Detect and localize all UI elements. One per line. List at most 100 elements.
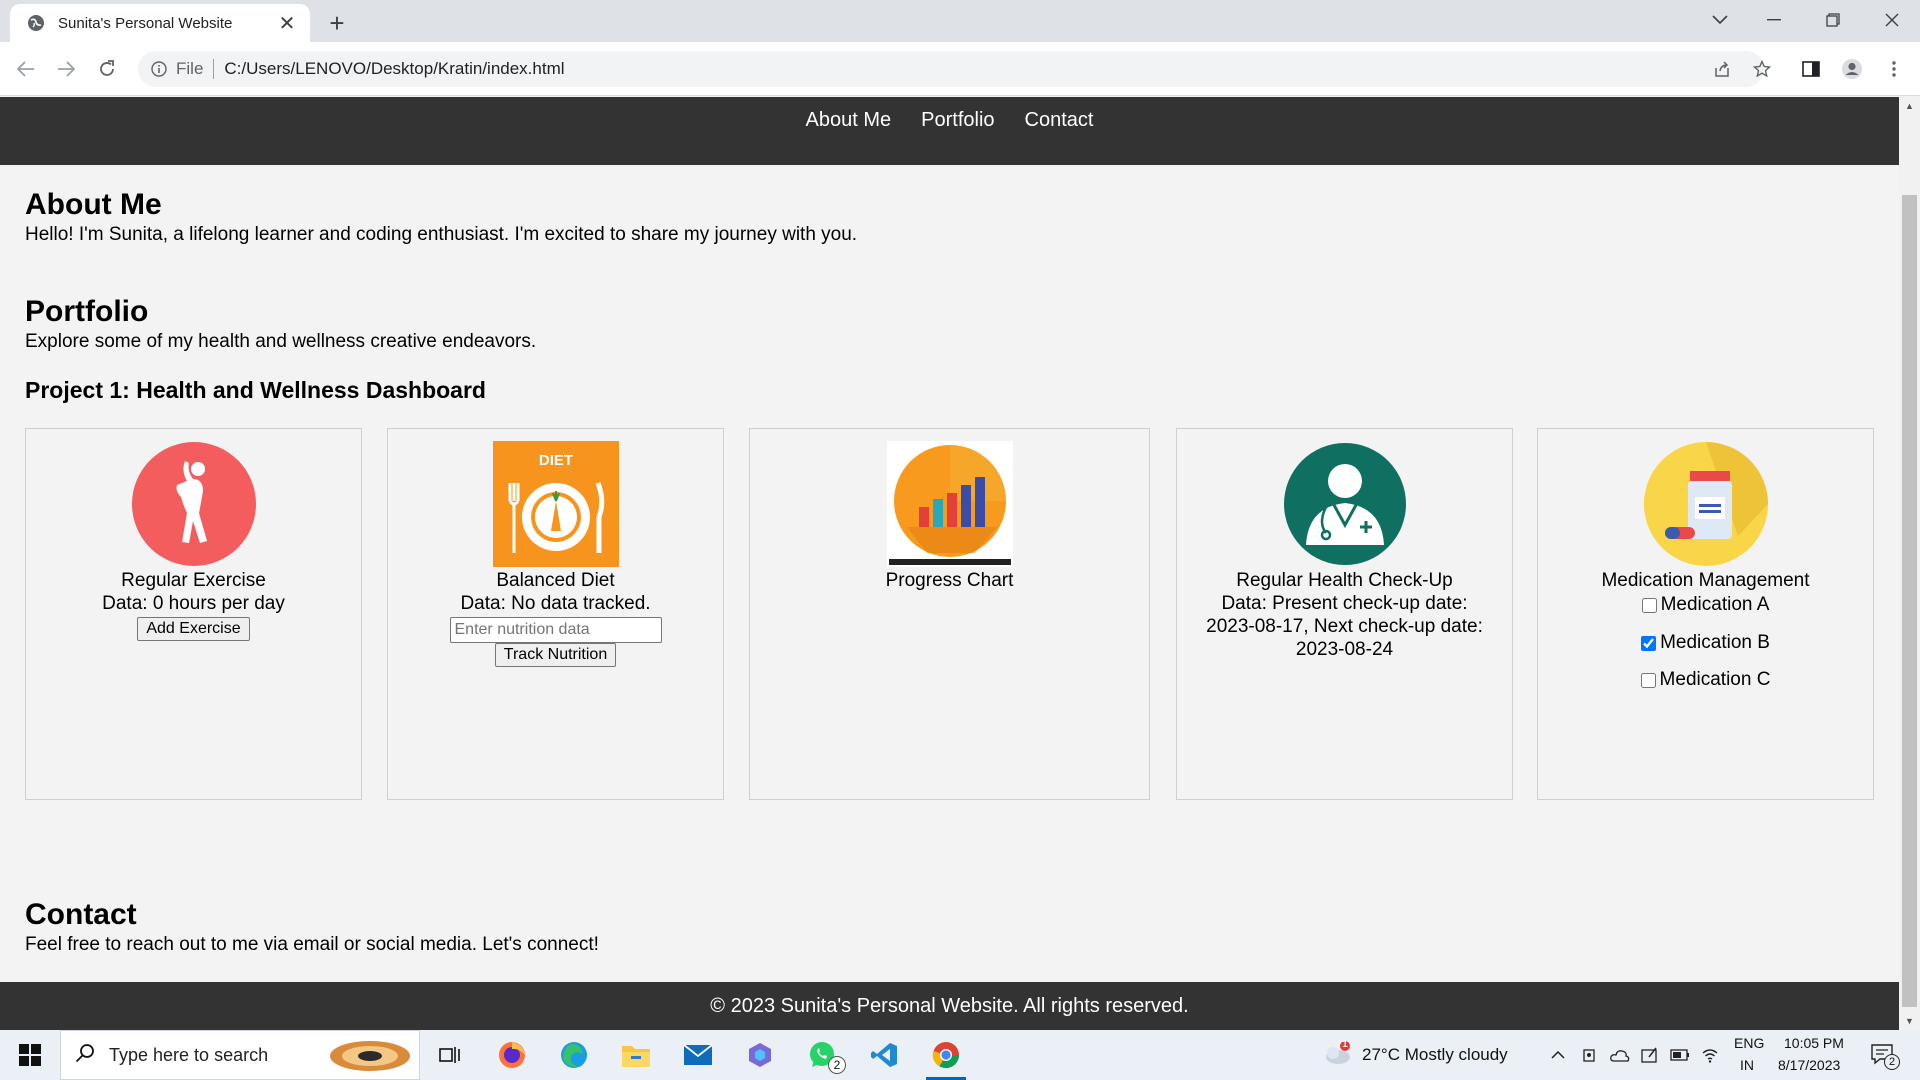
scrollbar-thumb[interactable]: [1902, 195, 1917, 1007]
taskbar-search-box[interactable]: Type here to search: [60, 1030, 420, 1080]
diet-plate-icon: DIET: [492, 441, 619, 567]
exercise-title: Regular Exercise: [121, 570, 266, 591]
site-footer: © 2023 Sunita's Personal Website. All ri…: [0, 982, 1899, 1030]
page-viewport: About Me Portfolio Contact About Me Hell…: [0, 97, 1899, 1030]
address-bar[interactable]: File C:/Users/LENOVO/Desktop/Kratin/inde…: [138, 51, 1764, 87]
medication-a-checkbox[interactable]: [1641, 597, 1657, 613]
profile-avatar-icon[interactable]: [1836, 53, 1868, 85]
project-title: Project 1: Health and Wellness Dashboard: [25, 377, 486, 403]
medication-b-label: Medication B: [1660, 632, 1770, 653]
page-scrollbar[interactable]: ▲ ▼: [1899, 97, 1920, 1030]
contact-text: Feel free to reach out to me via email o…: [25, 934, 599, 955]
share-icon[interactable]: [1706, 53, 1738, 85]
medicine-bottle-icon: [1643, 441, 1769, 567]
onedrive-cloud-icon[interactable]: [1610, 1045, 1630, 1065]
contact-heading: Contact: [25, 898, 137, 931]
scroll-up-arrow-icon[interactable]: ▲: [1899, 97, 1920, 115]
weather-text[interactable]: 27°C Mostly cloudy: [1362, 1045, 1508, 1065]
nav-link-about[interactable]: About Me: [806, 109, 892, 135]
task-view-icon[interactable]: [422, 1030, 478, 1080]
pen-workspace-icon[interactable]: [1640, 1045, 1660, 1065]
medication-b-checkbox[interactable]: [1641, 635, 1657, 651]
omnibox-divider: [213, 59, 215, 79]
search-icon: [75, 1043, 95, 1068]
minimize-button[interactable]: [1754, 4, 1794, 36]
checkup-title: Regular Health Check-Up: [1236, 570, 1453, 591]
scroll-down-arrow-icon[interactable]: ▼: [1899, 1012, 1920, 1030]
add-exercise-button[interactable]: Add Exercise: [137, 617, 250, 641]
nutrition-input[interactable]: [449, 617, 662, 643]
footer-text: © 2023 Sunita's Personal Website. All ri…: [710, 994, 1189, 1017]
vscode-icon[interactable]: [856, 1030, 912, 1080]
weather-badge: 1: [1342, 1039, 1348, 1050]
copilot-app-icon[interactable]: [732, 1030, 788, 1080]
bookmark-star-icon[interactable]: [1746, 53, 1778, 85]
notification-count-badge: 2: [1884, 1054, 1900, 1070]
portfolio-heading: Portfolio: [25, 295, 149, 328]
new-tab-button[interactable]: +: [322, 8, 352, 38]
progress-title: Progress Chart: [885, 570, 1014, 591]
info-icon[interactable]: [150, 60, 168, 78]
medication-title: Medication Management: [1601, 570, 1810, 591]
clock-time[interactable]: 10:05 PM: [1784, 1035, 1844, 1051]
search-highlight-art-icon: [327, 1037, 413, 1075]
diet-image-label: DIET: [538, 452, 572, 469]
search-placeholder: Type here to search: [109, 1044, 269, 1065]
browser-tab[interactable]: Sunita's Personal Website ✕: [10, 4, 310, 42]
about-heading: About Me: [25, 188, 162, 221]
medication-item: Medication C: [1538, 668, 1873, 692]
track-nutrition-button[interactable]: Track Nutrition: [494, 643, 617, 667]
portfolio-text: Explore some of my health and wellness c…: [25, 331, 537, 352]
medication-item: Medication B: [1538, 631, 1873, 655]
medication-card: Medication Management Medication A Medic…: [1537, 428, 1874, 800]
diet-title: Balanced Diet: [496, 570, 615, 591]
whatsapp-icon[interactable]: 2: [794, 1030, 850, 1080]
nav-link-portfolio[interactable]: Portfolio: [921, 109, 994, 135]
site-navbar: About Me Portfolio Contact: [0, 97, 1899, 165]
kebab-menu-icon[interactable]: [1878, 53, 1910, 85]
tab-title: Sunita's Personal Website: [58, 14, 233, 32]
windows-start-icon[interactable]: [0, 1030, 60, 1080]
browser-tab-strip: Sunita's Personal Website ✕ +: [0, 0, 1920, 42]
medication-c-label: Medication C: [1659, 669, 1771, 690]
medication-a-label: Medication A: [1660, 594, 1770, 615]
edge-icon[interactable]: [546, 1030, 602, 1080]
globe-icon: [26, 13, 46, 33]
medication-c-checkbox[interactable]: [1640, 672, 1656, 688]
restore-button[interactable]: [1813, 4, 1853, 36]
meet-now-icon[interactable]: [1580, 1045, 1600, 1065]
firefox-icon[interactable]: [484, 1030, 540, 1080]
about-text: Hello! I'm Sunita, a lifelong learner an…: [25, 224, 858, 245]
nav-link-contact[interactable]: Contact: [1025, 109, 1094, 135]
side-panel-icon[interactable]: [1795, 53, 1827, 85]
language-top[interactable]: ENG: [1734, 1035, 1764, 1051]
weather-cloud-icon[interactable]: 1: [1322, 1039, 1352, 1071]
back-arrow-icon[interactable]: [10, 53, 42, 85]
mail-icon[interactable]: [670, 1030, 726, 1080]
notification-icon[interactable]: 2: [1870, 1042, 1900, 1071]
language-bottom[interactable]: IN: [1740, 1057, 1754, 1073]
diet-data: Data: No data tracked.: [460, 593, 651, 614]
reload-icon[interactable]: [91, 53, 123, 85]
forward-arrow-icon[interactable]: [50, 53, 82, 85]
tab-close-icon[interactable]: ✕: [276, 12, 298, 35]
window-close-button[interactable]: [1872, 4, 1912, 36]
chrome-icon[interactable]: [918, 1030, 974, 1080]
tab-search-chevron-icon[interactable]: [1700, 4, 1740, 36]
whatsapp-badge: 2: [828, 1056, 846, 1074]
url-text[interactable]: C:/Users/LENOVO/Desktop/Kratin/index.htm…: [224, 59, 564, 79]
battery-icon[interactable]: [1670, 1045, 1690, 1065]
exercise-card: Regular Exercise Data: 0 hours per day A…: [25, 428, 362, 800]
checkup-data: Data: Present check-up date: 2023-08-17,…: [1206, 593, 1483, 660]
browser-toolbar: File C:/Users/LENOVO/Desktop/Kratin/inde…: [0, 42, 1920, 96]
doctor-icon: [1282, 441, 1408, 567]
wifi-icon[interactable]: [1700, 1045, 1720, 1065]
medication-item: Medication A: [1538, 593, 1873, 617]
clock-date[interactable]: 8/17/2023: [1778, 1057, 1840, 1073]
exercise-icon: [131, 441, 257, 567]
chevron-up-icon[interactable]: [1548, 1045, 1568, 1065]
checkup-card: Regular Health Check-Up Data: Present ch…: [1176, 428, 1513, 800]
file-explorer-icon[interactable]: [608, 1030, 664, 1080]
exercise-data: Data: 0 hours per day: [102, 593, 285, 614]
diet-card: DIET Balanced Diet Data: No data tracked…: [387, 428, 724, 800]
